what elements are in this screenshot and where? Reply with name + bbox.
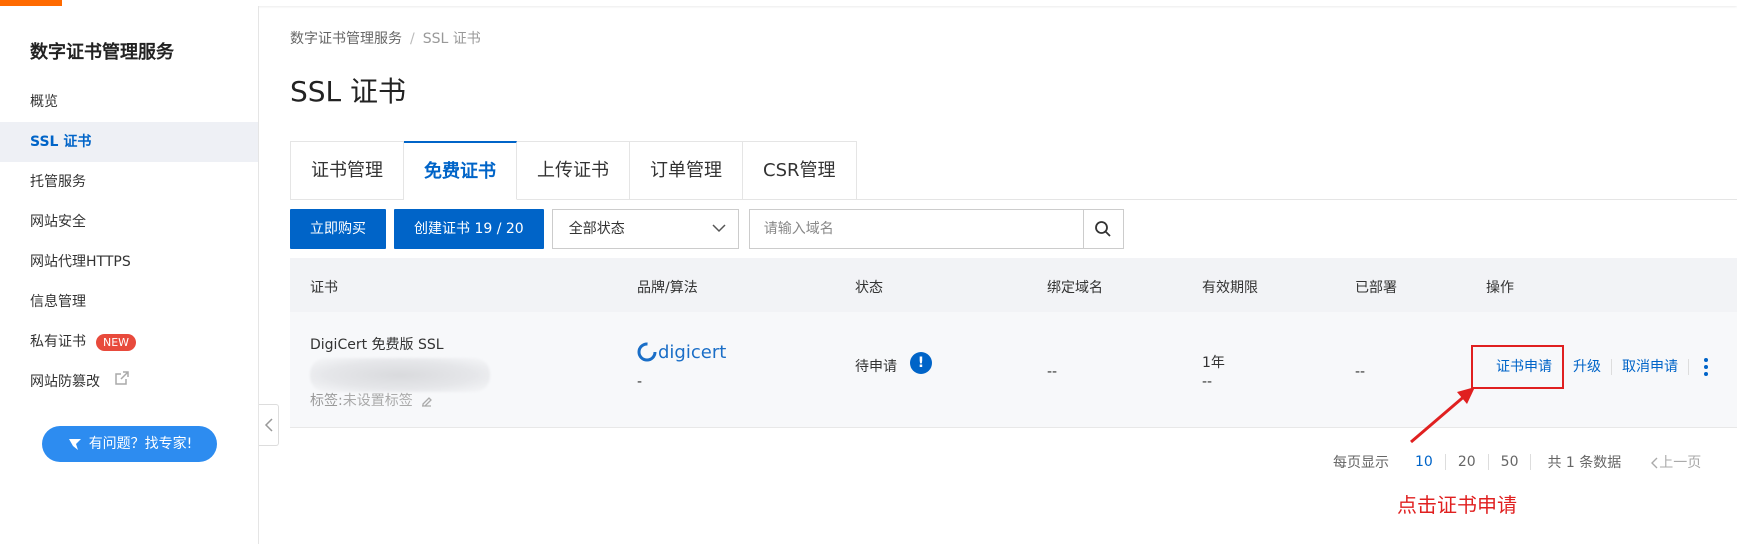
sidebar-item-label: 网站安全 <box>30 214 86 230</box>
external-link-icon <box>114 362 130 402</box>
deployed-count: -- <box>1355 364 1366 380</box>
search-icon <box>1095 221 1111 237</box>
column-header-deployed: 已部署 <box>1355 280 1397 296</box>
tab-free-cert[interactable]: 免费证书 <box>404 141 517 200</box>
buy-now-button[interactable]: 立即购买 <box>290 209 386 249</box>
table-header: 证书 品牌/算法 状态 绑定域名 有效期限 已部署 操作 <box>290 258 1737 312</box>
tab-order-management[interactable]: 订单管理 <box>630 141 743 200</box>
more-actions-icon[interactable] <box>1699 358 1713 376</box>
page-size-20[interactable]: 20 <box>1446 454 1489 470</box>
breadcrumb-current: SSL 证书 <box>422 31 481 47</box>
status-info-icon[interactable]: ! <box>910 352 932 374</box>
cert-table: 证书 品牌/算法 状态 绑定域名 有效期限 已部署 操作 DigiCert 免费… <box>290 258 1737 428</box>
column-header-actions: 操作 <box>1486 280 1514 296</box>
sidebar-item-https-proxy[interactable]: 网站代理HTTPS <box>0 242 258 282</box>
breadcrumb-separator: / <box>410 31 415 47</box>
tag-label: 标签: <box>310 393 343 409</box>
tag-value: 未设置标签 <box>342 393 413 409</box>
expert-icon <box>68 439 81 450</box>
sidebar-item-label: 网站代理HTTPS <box>30 254 131 270</box>
sidebar-item-label: 托管服务 <box>30 174 86 190</box>
sidebar-item-label: 网站防篡改 <box>30 374 100 390</box>
sidebar-title: 数字证书管理服务 <box>30 42 174 63</box>
prev-page-button[interactable]: 上一页 <box>1651 452 1701 472</box>
cert-tag[interactable]: 标签:未设置标签 <box>310 390 433 410</box>
tab-upload-cert[interactable]: 上传证书 <box>517 141 630 200</box>
domain-search-input[interactable] <box>749 210 1083 248</box>
breadcrumb: 数字证书管理服务 / SSL 证书 <box>290 28 481 48</box>
new-badge: NEW <box>96 333 137 351</box>
status-select[interactable]: 全部状态 <box>551 209 739 249</box>
sidebar-item-private-cert[interactable]: 私有证书 NEW <box>0 322 258 362</box>
brand-algorithm: - <box>637 374 643 390</box>
annotation-text: 点击证书申请 <box>1397 493 1517 517</box>
prev-page-label: 上一页 <box>1659 455 1702 471</box>
ask-expert-button[interactable]: 有问题？找专家! <box>42 426 217 462</box>
tab-cert-management[interactable]: 证书管理 <box>290 141 404 200</box>
sidebar-nav: 概览 SSL 证书 托管服务 网站安全 网站代理HTTPS 信息管理 私有证书 N… <box>0 82 258 402</box>
search-button[interactable] <box>1082 210 1123 248</box>
bound-domain: -- <box>1047 364 1058 380</box>
edit-icon <box>422 396 433 407</box>
validity-period: 1年 <box>1202 355 1225 371</box>
breadcrumb-root[interactable]: 数字证书管理服务 <box>290 31 402 47</box>
annotation-arrow-icon <box>1410 387 1475 444</box>
upgrade-link[interactable]: 升级 <box>1563 359 1612 375</box>
cancel-apply-link[interactable]: 取消申请 <box>1612 359 1689 375</box>
toolbar: 立即购买 创建证书 19 / 20 全部状态 <box>290 209 1124 249</box>
tab-bar: 证书管理 免费证书 上传证书 订单管理 CSR管理 <box>290 141 857 200</box>
sidebar-item-ssl-cert[interactable]: SSL 证书 <box>0 122 258 162</box>
validity-dates: -- <box>1202 374 1213 390</box>
ask-expert-label: 有问题？找专家! <box>88 436 193 452</box>
sidebar-item-label: 概览 <box>30 94 58 110</box>
tab-csr-management[interactable]: CSR管理 <box>743 141 857 200</box>
total-count: 共 1 条数据 <box>1547 455 1622 471</box>
digicert-wordmark: digicert <box>658 342 726 363</box>
cert-name: DigiCert 免费版 SSL <box>310 337 444 353</box>
sidebar-item-label: 信息管理 <box>30 294 86 310</box>
sidebar-item-website-security[interactable]: 网站安全 <box>0 202 258 242</box>
sidebar-item-overview[interactable]: 概览 <box>0 82 258 122</box>
chevron-down-icon <box>712 224 726 233</box>
redacted-cert-id <box>310 358 490 392</box>
top-strip <box>0 0 1737 6</box>
column-header-validity: 有效期限 <box>1202 280 1258 296</box>
sidebar-item-label: SSL 证书 <box>30 134 92 150</box>
sidebar-item-label: 私有证书 <box>30 334 86 350</box>
digicert-logo: digicert <box>637 340 737 368</box>
chevron-left-icon <box>264 418 273 432</box>
cert-status: 待申请 <box>855 359 897 375</box>
column-header-brand: 品牌/算法 <box>637 280 698 296</box>
page-title: SSL 证书 <box>290 75 407 108</box>
create-cert-button[interactable]: 创建证书 19 / 20 <box>394 209 544 249</box>
column-header-domain: 绑定域名 <box>1047 280 1103 296</box>
column-header-cert: 证书 <box>310 280 338 296</box>
per-page-label: 每页显示 <box>1333 455 1389 471</box>
column-header-status: 状态 <box>855 280 883 296</box>
sidebar-item-managed-service[interactable]: 托管服务 <box>0 162 258 202</box>
page-size-10[interactable]: 10 <box>1403 454 1446 470</box>
sidebar-item-info-management[interactable]: 信息管理 <box>0 282 258 322</box>
sidebar: 数字证书管理服务 概览 SSL 证书 托管服务 网站安全 网站代理HTTPS 信… <box>0 6 259 544</box>
status-select-value: 全部状态 <box>568 221 625 237</box>
page-size-50[interactable]: 50 <box>1489 454 1532 470</box>
sidebar-collapse-handle[interactable] <box>259 404 279 446</box>
domain-search <box>748 209 1124 249</box>
sidebar-item-anti-tamper[interactable]: 网站防篡改 <box>0 362 258 402</box>
pagination: 每页显示 10 20 50 共 1 条数据 上一页 <box>1333 452 1701 472</box>
